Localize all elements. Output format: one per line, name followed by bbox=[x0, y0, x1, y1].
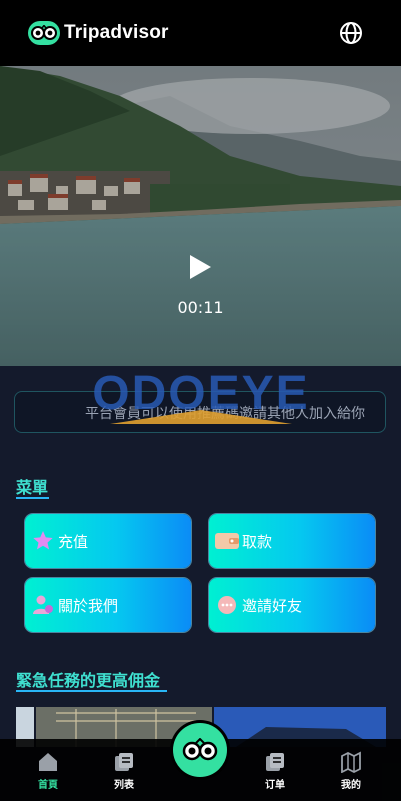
nav-list-label: 列表 bbox=[114, 780, 134, 791]
nav-home[interactable]: 首頁 bbox=[18, 751, 78, 791]
star-icon bbox=[30, 528, 56, 554]
invite-friends-label: 邀請好友 bbox=[242, 596, 303, 615]
tasks-title-underline bbox=[16, 690, 167, 692]
nav-home-label: 首頁 bbox=[38, 780, 58, 791]
top-header: Tripadvisor bbox=[0, 0, 401, 66]
brand-name: Tripadvisor bbox=[64, 22, 169, 43]
nav-orders-label: 订单 bbox=[265, 780, 285, 791]
tasks-title: 緊急任務的更高佣金 bbox=[16, 671, 161, 690]
nav-mine-label: 我的 bbox=[341, 780, 361, 791]
watermark-logo: ODOEYE bbox=[70, 366, 332, 424]
center-owl-button[interactable] bbox=[173, 723, 227, 777]
person-icon bbox=[30, 592, 56, 618]
globe-icon[interactable] bbox=[339, 21, 363, 45]
menu-title-underline bbox=[16, 497, 49, 499]
wallet-icon bbox=[214, 528, 240, 554]
home-icon bbox=[39, 753, 57, 771]
play-icon[interactable] bbox=[188, 254, 212, 280]
brand-logo[interactable]: Tripadvisor bbox=[28, 21, 169, 45]
chat-bubble-icon bbox=[214, 592, 240, 618]
withdraw-label: 取款 bbox=[242, 532, 273, 551]
video-frame bbox=[0, 66, 401, 366]
about-us-label: 關於我們 bbox=[58, 596, 119, 615]
nav-orders[interactable]: 订单 bbox=[245, 751, 305, 791]
nav-list[interactable]: 列表 bbox=[94, 751, 154, 791]
promo-video[interactable]: 00:11 bbox=[0, 66, 401, 366]
nav-mine[interactable]: 我的 bbox=[321, 751, 381, 791]
map-icon bbox=[341, 751, 361, 773]
recharge-button[interactable]: 充值 bbox=[25, 514, 191, 568]
orders-icon bbox=[266, 753, 284, 771]
watermark-text: ODOEYE bbox=[92, 367, 310, 420]
list-icon bbox=[115, 753, 133, 771]
recharge-label: 充值 bbox=[58, 532, 89, 551]
owl-logo-icon bbox=[182, 738, 218, 761]
video-time: 00:11 bbox=[177, 298, 224, 317]
owl-logo-icon bbox=[28, 21, 60, 45]
about-us-button[interactable]: 關於我們 bbox=[25, 578, 191, 632]
menu-title: 菜單 bbox=[16, 478, 49, 497]
invite-friends-button[interactable]: 邀請好友 bbox=[209, 578, 375, 632]
withdraw-button[interactable]: 取款 bbox=[209, 514, 375, 568]
